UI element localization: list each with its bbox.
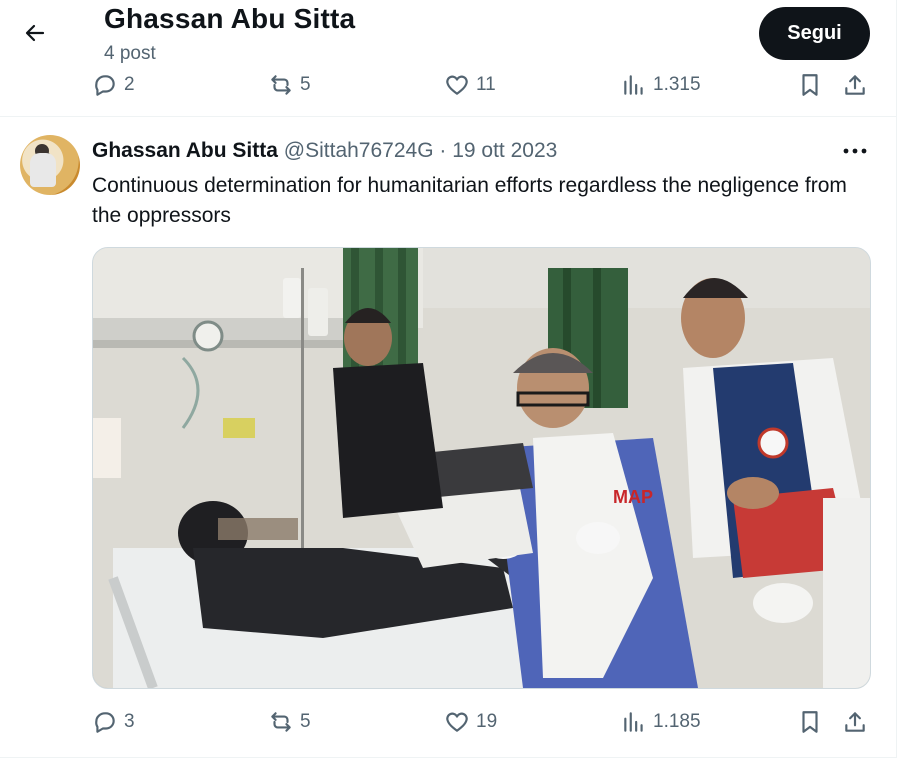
bookmark-button[interactable] bbox=[797, 68, 823, 102]
views-icon bbox=[624, 712, 643, 732]
reply-button[interactable]: 3 bbox=[92, 705, 135, 739]
share-icon bbox=[845, 712, 865, 732]
share-button[interactable] bbox=[842, 705, 868, 739]
repost-icon bbox=[271, 75, 291, 95]
avatar[interactable] bbox=[20, 135, 80, 195]
reply-count: 2 bbox=[124, 74, 135, 95]
views-icon bbox=[624, 75, 643, 95]
views-count: 1.185 bbox=[653, 711, 701, 732]
like-count: 11 bbox=[476, 74, 496, 95]
share-icon bbox=[845, 75, 865, 95]
like-button[interactable]: 19 bbox=[444, 705, 497, 739]
reply-icon bbox=[95, 75, 115, 96]
repost-count: 5 bbox=[300, 74, 311, 95]
profile-header: Ghassan Abu Sitta 4 post Segui 2 5 11 1.… bbox=[0, 0, 897, 117]
bookmark-button[interactable] bbox=[797, 705, 823, 739]
author-handle[interactable]: @Sittah76724G bbox=[284, 139, 434, 162]
tweet-media-photo[interactable]: MAP bbox=[92, 247, 871, 689]
bookmark-icon bbox=[802, 711, 818, 733]
tweet-meta: Ghassan Abu Sitta @Sittah76724G · 19 ott… bbox=[92, 139, 557, 163]
more-icon bbox=[843, 148, 867, 154]
prev-tweet-actions: 2 5 11 1.315 bbox=[92, 68, 882, 102]
views-button[interactable]: 1.315 bbox=[621, 68, 701, 102]
tweet[interactable]: Ghassan Abu Sitta @Sittah76724G · 19 ott… bbox=[0, 117, 897, 758]
author-name[interactable]: Ghassan Abu Sitta bbox=[92, 139, 278, 162]
like-count: 19 bbox=[476, 711, 498, 732]
tweet-actions: 3 5 19 1.185 bbox=[92, 705, 882, 739]
back-button[interactable] bbox=[16, 14, 54, 52]
profile-name: Ghassan Abu Sitta bbox=[104, 3, 356, 34]
bookmark-icon bbox=[802, 74, 818, 96]
tweet-text: Continuous determination for humanitaria… bbox=[92, 174, 847, 227]
meta-separator: · bbox=[439, 139, 447, 162]
repost-button[interactable]: 5 bbox=[268, 68, 311, 102]
vest-label: MAP bbox=[613, 487, 653, 507]
reply-icon bbox=[95, 712, 115, 733]
views-count: 1.315 bbox=[653, 74, 701, 95]
reply-button[interactable]: 2 bbox=[92, 68, 135, 102]
views-button[interactable]: 1.185 bbox=[621, 705, 701, 739]
like-icon bbox=[446, 712, 468, 732]
repost-icon bbox=[271, 712, 291, 732]
follow-button[interactable]: Segui bbox=[759, 7, 870, 60]
hospital-photo-illustration: MAP bbox=[93, 248, 870, 688]
repost-button[interactable]: 5 bbox=[268, 705, 311, 739]
repost-count: 5 bbox=[300, 711, 311, 732]
share-button[interactable] bbox=[842, 68, 868, 102]
tweet-date[interactable]: 19 ott 2023 bbox=[452, 139, 557, 162]
post-count: 4 post bbox=[104, 43, 156, 64]
like-button[interactable]: 11 bbox=[444, 68, 496, 102]
reply-count: 3 bbox=[124, 711, 135, 732]
more-button[interactable] bbox=[838, 139, 872, 163]
like-icon bbox=[446, 75, 468, 95]
back-arrow-icon bbox=[25, 24, 45, 42]
